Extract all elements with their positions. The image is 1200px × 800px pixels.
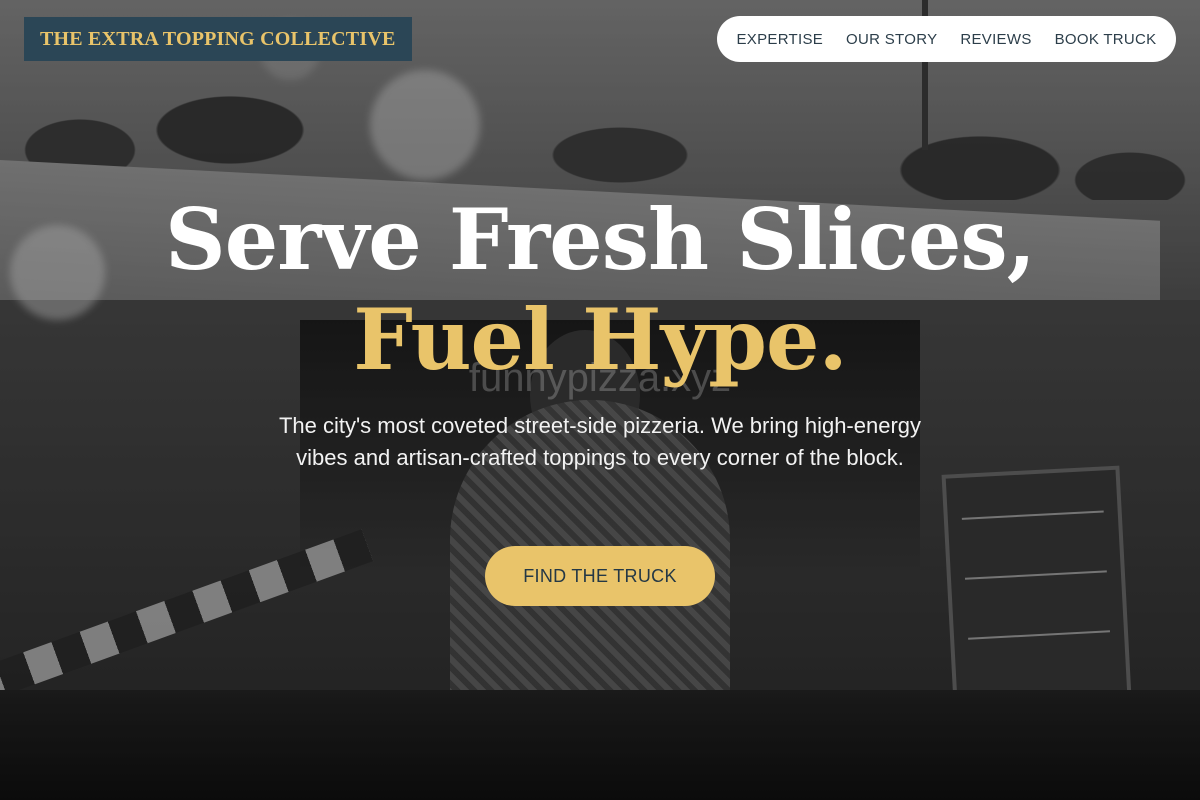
hero-headline-line1: Serve Fresh Slices,	[165, 190, 1036, 289]
hero-subtitle: The city's most coveted street-side pizz…	[278, 413, 922, 470]
nav-link-book-truck[interactable]: BOOK TRUCK	[1055, 31, 1157, 48]
nav-link-expertise[interactable]: EXPERTISE	[736, 31, 823, 48]
nav-link-reviews[interactable]: REVIEWS	[960, 31, 1031, 48]
find-the-truck-button[interactable]: FIND THE TRUCK	[485, 546, 715, 606]
hero-headline-line2: Fuel Hype.	[353, 290, 847, 389]
brand-name: THE EXTRA TOPPING COLLECTIVE	[40, 27, 396, 50]
nav-link-our-story[interactable]: OUR STORY	[846, 31, 937, 48]
brand-logo[interactable]: THE EXTRA TOPPING COLLECTIVE	[24, 17, 412, 61]
main-nav: EXPERTISE OUR STORY REVIEWS BOOK TRUCK	[717, 16, 1176, 62]
